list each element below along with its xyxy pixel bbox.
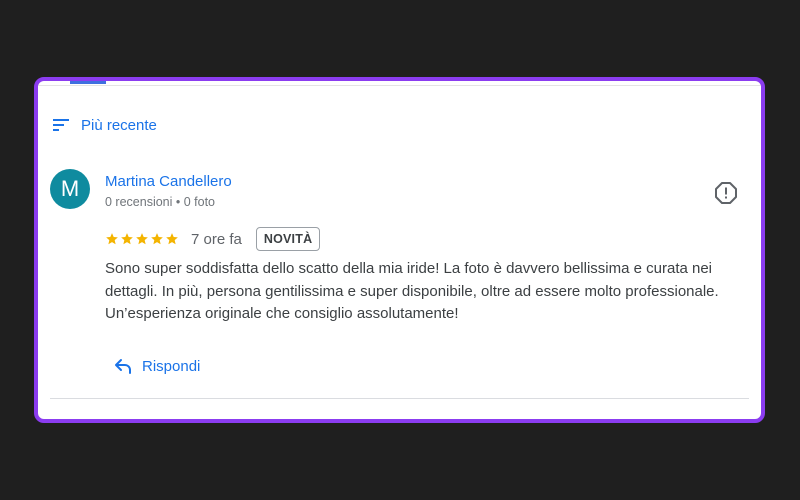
avatar-initial: M (60, 176, 80, 201)
new-badge: NOVITÀ (255, 227, 321, 251)
review-card: Più recente M Martina Candellero 0 recen… (34, 77, 765, 423)
star-icon (121, 233, 133, 245)
author-name[interactable]: Martina Candellero (105, 173, 232, 190)
review-time: 7 ore fa (191, 230, 242, 248)
star-icon (151, 233, 163, 245)
star-icon (106, 233, 118, 245)
report-icon[interactable] (714, 181, 738, 205)
reply-icon (115, 359, 131, 374)
star-rating (105, 232, 179, 246)
reply-label: Rispondi (142, 357, 201, 375)
sort-button[interactable]: Più recente (53, 113, 157, 137)
avatar[interactable]: M (50, 169, 90, 209)
review-text: Sono super soddisfatta dello scatto dell… (105, 260, 719, 322)
bottom-divider (50, 398, 749, 399)
star-icon (136, 233, 148, 245)
sort-icon (53, 119, 69, 131)
author-meta: 0 recensioni • 0 foto (105, 195, 215, 209)
top-divider (38, 85, 761, 86)
tab-indicator (70, 81, 106, 84)
sort-label: Più recente (81, 116, 157, 134)
rating-row: 7 ore fa NOVITÀ (105, 226, 321, 252)
reply-button[interactable]: Rispondi (114, 353, 200, 379)
star-icon (166, 233, 178, 245)
